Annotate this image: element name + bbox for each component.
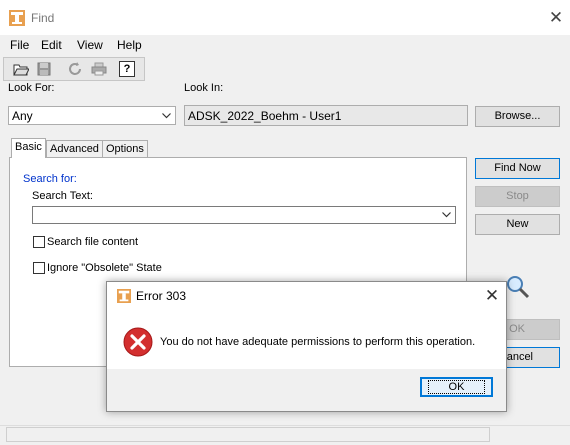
browse-button[interactable]: Browse... (475, 106, 560, 127)
help-icon[interactable]: ? (119, 61, 135, 77)
search-file-content-checkbox[interactable] (33, 236, 45, 248)
menu-view[interactable]: View (77, 38, 103, 52)
dialog-close-icon[interactable]: ✕ (482, 286, 502, 306)
refresh-icon[interactable] (66, 60, 84, 78)
ignore-obsolete-checkbox[interactable] (33, 262, 45, 274)
chevron-down-icon (162, 113, 171, 119)
open-folder-icon[interactable] (12, 60, 30, 78)
dialog-ok-label: OK (427, 380, 486, 394)
menu-file[interactable]: File (10, 38, 29, 52)
vault-app-icon (9, 10, 25, 26)
chevron-down-icon (442, 212, 451, 218)
look-in-label: Look In: (184, 82, 224, 94)
search-for-heading: Search for: (23, 173, 77, 185)
window-titlebar (0, 0, 570, 35)
toolbar: ? (3, 57, 145, 81)
menu-help[interactable]: Help (117, 38, 142, 52)
look-in-field: ADSK_2022_Boehm - User1 (184, 105, 468, 126)
print-icon[interactable] (90, 60, 108, 78)
stop-button[interactable]: Stop (475, 186, 560, 207)
background-window-edge (270, 0, 570, 2)
search-text-input[interactable] (32, 206, 456, 224)
magnifier-icon (505, 274, 531, 303)
menu-edit[interactable]: Edit (41, 38, 62, 52)
status-pane (6, 427, 490, 442)
dialog-message: You do not have adequate permissions to … (160, 336, 476, 348)
find-now-button[interactable]: Find Now (475, 158, 560, 179)
save-icon[interactable] (35, 60, 53, 78)
look-for-value: Any (12, 109, 33, 123)
search-text-label: Search Text: (32, 190, 93, 202)
error-icon (123, 327, 153, 357)
dialog-title: Error 303 (136, 289, 187, 303)
window-close-icon[interactable]: ✕ (546, 8, 566, 28)
menu-bar: File Edit View Help (0, 35, 570, 55)
tab-advanced[interactable]: Advanced (46, 140, 103, 158)
look-for-select[interactable]: Any (8, 106, 176, 125)
look-in-value: ADSK_2022_Boehm - User1 (188, 109, 342, 123)
ignore-obsolete-label: Ignore "Obsolete" State (47, 262, 162, 274)
dialog-ok-button[interactable]: OK (420, 377, 493, 397)
look-for-label: Look For: (8, 82, 55, 94)
new-button[interactable]: New (475, 214, 560, 235)
search-file-content-label: Search file content (47, 236, 139, 248)
window-title: Find (31, 11, 55, 25)
vault-app-icon (117, 289, 131, 303)
tab-options[interactable]: Options (102, 140, 148, 158)
tab-basic[interactable]: Basic (11, 138, 46, 158)
